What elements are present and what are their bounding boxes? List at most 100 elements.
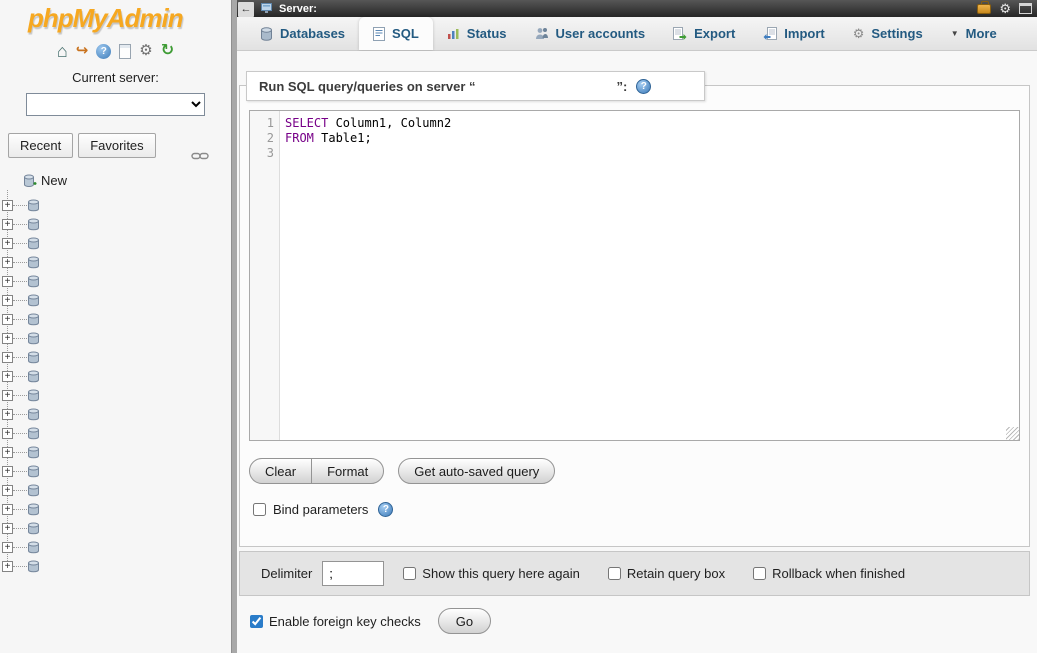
expand-icon[interactable]: + xyxy=(2,485,13,496)
expand-icon[interactable]: + xyxy=(2,257,13,268)
code-line xyxy=(285,146,1019,161)
expand-icon[interactable]: + xyxy=(2,295,13,306)
database-icon[interactable] xyxy=(27,313,40,326)
expand-icon[interactable]: + xyxy=(2,238,13,249)
database-icon[interactable] xyxy=(27,199,40,212)
delimiter-input[interactable] xyxy=(322,561,384,586)
logout-icon[interactable]: ↪ xyxy=(76,43,89,59)
tab-sql[interactable]: SQL xyxy=(359,17,433,50)
tree-row: + xyxy=(0,215,231,234)
show-query-again-option: Show this query here again xyxy=(403,566,580,581)
tree-guide-line xyxy=(13,224,27,225)
phpmyadmin-logo: phpMyAdmin xyxy=(28,3,231,34)
database-icon[interactable] xyxy=(27,351,40,364)
bind-parameters-help-icon[interactable]: ? xyxy=(378,502,393,517)
link-icon[interactable] xyxy=(191,151,209,161)
tree-guide-line xyxy=(13,281,27,282)
nav-settings-gear-icon[interactable]: ⚙ xyxy=(139,43,152,59)
format-button[interactable]: Format xyxy=(311,458,384,484)
server-select[interactable] xyxy=(26,93,205,116)
database-icon[interactable] xyxy=(27,560,40,573)
expand-icon[interactable]: + xyxy=(2,314,13,325)
tab-user-accounts[interactable]: User accounts xyxy=(521,17,660,50)
tree-row: + xyxy=(0,367,231,386)
title-suffix: ”: xyxy=(617,79,628,94)
new-database-icon xyxy=(23,174,36,187)
database-icon[interactable] xyxy=(27,237,40,250)
database-icon[interactable] xyxy=(27,541,40,554)
database-icon[interactable] xyxy=(27,484,40,497)
tree-row: + xyxy=(0,291,231,310)
expand-icon[interactable]: + xyxy=(2,371,13,382)
expand-icon[interactable]: + xyxy=(2,447,13,458)
console-icon[interactable] xyxy=(977,4,991,14)
tree-guide-line xyxy=(13,547,27,548)
database-icon[interactable] xyxy=(27,294,40,307)
database-icon[interactable] xyxy=(27,408,40,421)
database-icon[interactable] xyxy=(27,446,40,459)
expand-icon[interactable]: + xyxy=(2,428,13,439)
expand-icon[interactable]: + xyxy=(2,466,13,477)
delimiter-label: Delimiter xyxy=(261,566,312,581)
expand-icon[interactable]: + xyxy=(2,542,13,553)
go-button[interactable]: Go xyxy=(438,608,491,634)
expand-icon[interactable]: + xyxy=(2,561,13,572)
database-icon[interactable] xyxy=(27,332,40,345)
expand-icon[interactable]: + xyxy=(2,352,13,363)
expand-icon[interactable]: + xyxy=(2,409,13,420)
mysql-docs-icon[interactable] xyxy=(119,44,131,59)
expand-icon[interactable]: + xyxy=(2,219,13,230)
new-label: New xyxy=(41,173,67,188)
database-icon[interactable] xyxy=(27,503,40,516)
get-autosaved-query-button[interactable]: Get auto-saved query xyxy=(398,458,555,484)
favorites-button[interactable]: Favorites xyxy=(78,133,155,158)
expand-icon[interactable]: + xyxy=(2,276,13,287)
tab-settings[interactable]: ⚙ Settings xyxy=(839,17,937,50)
tab-bar: Databases SQL xyxy=(237,17,1037,51)
database-icon[interactable] xyxy=(27,389,40,402)
retain-query-box-label: Retain query box xyxy=(627,566,725,581)
recent-button[interactable]: Recent xyxy=(8,133,73,158)
tab-more[interactable]: ▼ More xyxy=(937,17,1011,50)
tab-databases[interactable]: Databases xyxy=(246,17,359,50)
rollback-option: Rollback when finished xyxy=(753,566,905,581)
query-options-bar: Delimiter Show this query here again Ret… xyxy=(239,551,1030,596)
sql-icon xyxy=(373,27,385,41)
rollback-checkbox[interactable] xyxy=(753,567,766,580)
help-icon[interactable]: ? xyxy=(636,79,651,94)
editor-resize-handle[interactable] xyxy=(1006,427,1019,440)
database-icon[interactable] xyxy=(27,218,40,231)
clear-button[interactable]: Clear xyxy=(249,458,312,484)
expand-icon[interactable]: + xyxy=(2,200,13,211)
database-icon[interactable] xyxy=(27,465,40,478)
tab-export[interactable]: Export xyxy=(659,17,749,50)
database-icon[interactable] xyxy=(27,427,40,440)
show-query-again-checkbox[interactable] xyxy=(403,567,416,580)
expand-icon[interactable]: + xyxy=(2,504,13,515)
bind-parameters-checkbox[interactable] xyxy=(253,503,266,516)
home-icon[interactable]: ⌂ xyxy=(57,43,68,59)
collapse-sidebar-button[interactable]: ← xyxy=(238,2,254,17)
database-icon[interactable] xyxy=(27,275,40,288)
topbar-right-icons: ⚙ xyxy=(977,2,1032,15)
tab-status[interactable]: Status xyxy=(433,17,521,50)
sql-page-content: Run SQL query/queries on server “”: ? 1 … xyxy=(237,51,1037,653)
sql-query-fieldset: 1 2 3 SELECT Column1, Column2 FROM Table… xyxy=(239,85,1030,547)
expand-icon[interactable]: + xyxy=(2,523,13,534)
expand-icon[interactable]: + xyxy=(2,333,13,344)
expand-window-icon[interactable] xyxy=(1019,3,1032,14)
tree-item-new[interactable]: New xyxy=(0,170,231,190)
sql-editor[interactable]: 1 2 3 SELECT Column1, Column2 FROM Table… xyxy=(249,110,1020,441)
retain-query-box-checkbox[interactable] xyxy=(608,567,621,580)
tab-import[interactable]: Import xyxy=(749,17,838,50)
docs-help-icon[interactable]: ? xyxy=(96,44,111,59)
database-icon[interactable] xyxy=(27,522,40,535)
expand-icon[interactable]: + xyxy=(2,390,13,401)
page-settings-gear-icon[interactable]: ⚙ xyxy=(999,2,1011,15)
sql-keyword: FROM xyxy=(285,131,314,145)
enable-fk-checkbox[interactable] xyxy=(250,615,263,628)
reload-navigation-icon[interactable]: ↻ xyxy=(161,43,174,59)
tree-row: + xyxy=(0,329,231,348)
database-icon[interactable] xyxy=(27,256,40,269)
database-icon[interactable] xyxy=(27,370,40,383)
